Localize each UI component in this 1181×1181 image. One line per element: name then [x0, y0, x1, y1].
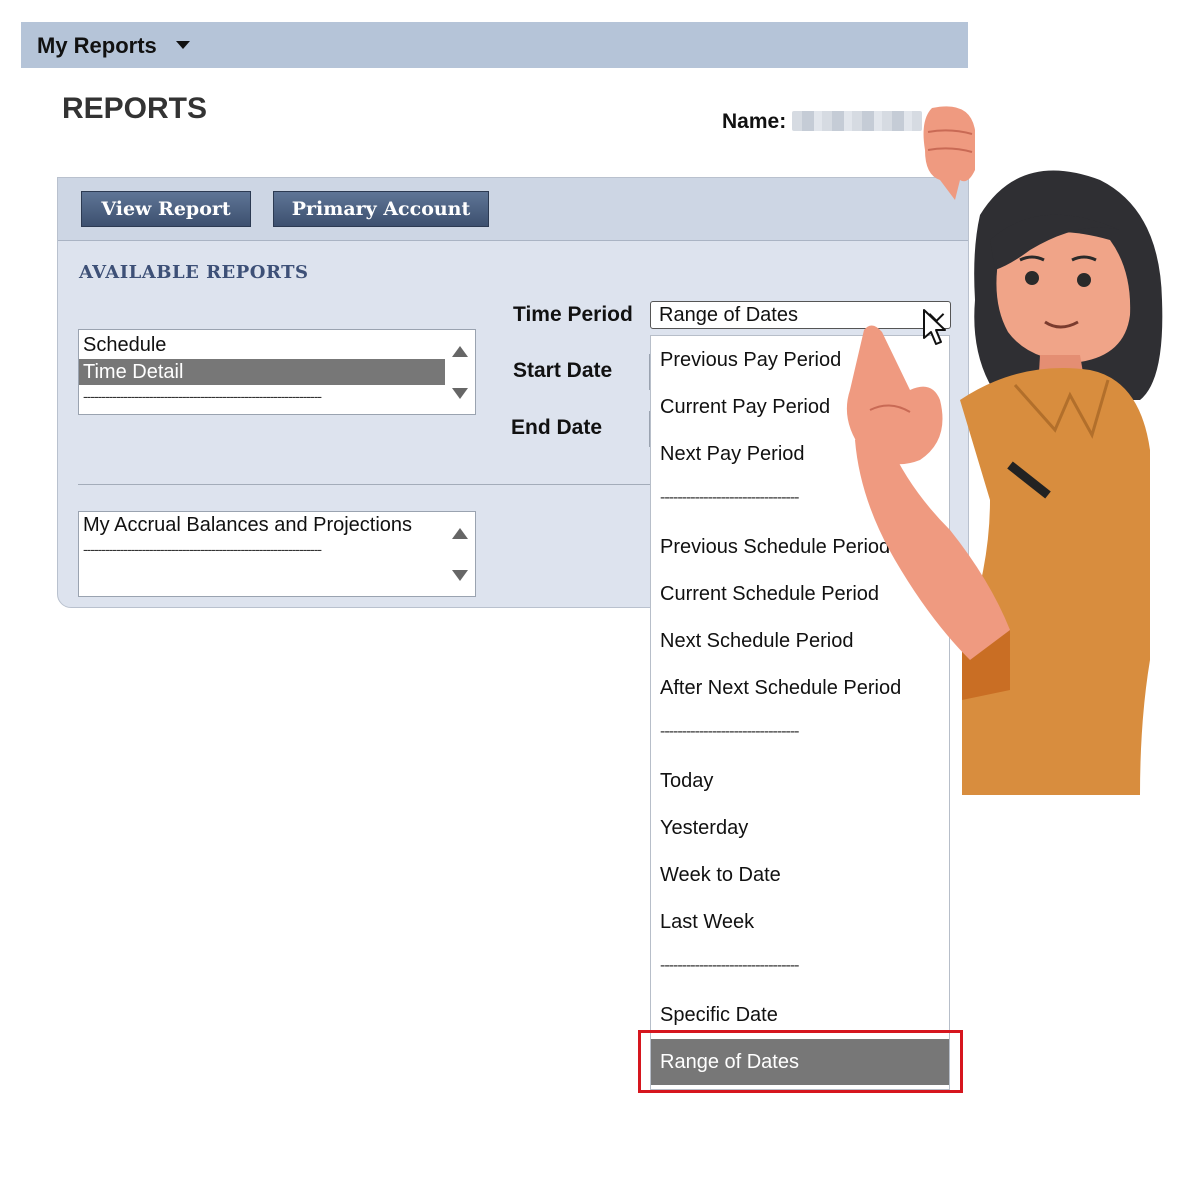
option-yesterday[interactable]: Yesterday: [651, 805, 949, 851]
available-reports-label: AVAILABLE REPORTS: [79, 262, 309, 283]
scroll-down-icon[interactable]: [452, 388, 468, 399]
view-report-button[interactable]: View Report: [81, 191, 251, 227]
name-label: Name:: [722, 110, 787, 133]
time-period-label: Time Period: [513, 303, 633, 326]
end-date-label: End Date: [511, 416, 603, 439]
mouse-pointer-icon: [923, 309, 946, 345]
caret-down-icon[interactable]: [176, 41, 190, 49]
scroll-up-icon[interactable]: [452, 346, 468, 357]
option-last-week[interactable]: Last Week: [651, 899, 949, 945]
list-item-schedule[interactable]: Schedule: [83, 332, 166, 358]
my-reports-menu[interactable]: My Reports: [37, 33, 157, 59]
list-item-time-detail[interactable]: Time Detail: [79, 359, 445, 385]
highlight-box: [638, 1030, 963, 1093]
divider: [78, 484, 698, 485]
option-week-to-date[interactable]: Week to Date: [651, 852, 949, 898]
reports-listbox-1[interactable]: Schedule Time Detail -------------------…: [78, 329, 476, 415]
list-separator: ----------------------------------------…: [83, 541, 322, 557]
scroll-up-icon[interactable]: [452, 528, 468, 539]
list-item-accrual-balances[interactable]: My Accrual Balances and Projections: [83, 512, 412, 538]
reports-listbox-2[interactable]: My Accrual Balances and Projections ----…: [78, 511, 476, 597]
my-reports-menu-bar: My Reports: [21, 22, 968, 68]
dropdown-separator: --------------------------------: [660, 957, 799, 974]
primary-account-button[interactable]: Primary Account: [273, 191, 489, 227]
scroll-down-icon[interactable]: [452, 570, 468, 581]
pointing-woman-illustration: [846, 106, 1163, 795]
start-date-label: Start Date: [513, 359, 613, 382]
dropdown-separator: --------------------------------: [660, 489, 799, 506]
dropdown-separator: --------------------------------: [660, 723, 799, 740]
page-title: REPORTS: [62, 92, 208, 125]
time-period-value: Range of Dates: [659, 304, 798, 326]
list-separator: ----------------------------------------…: [83, 388, 322, 404]
reports-toolbar: View Report Primary Account: [58, 178, 968, 241]
